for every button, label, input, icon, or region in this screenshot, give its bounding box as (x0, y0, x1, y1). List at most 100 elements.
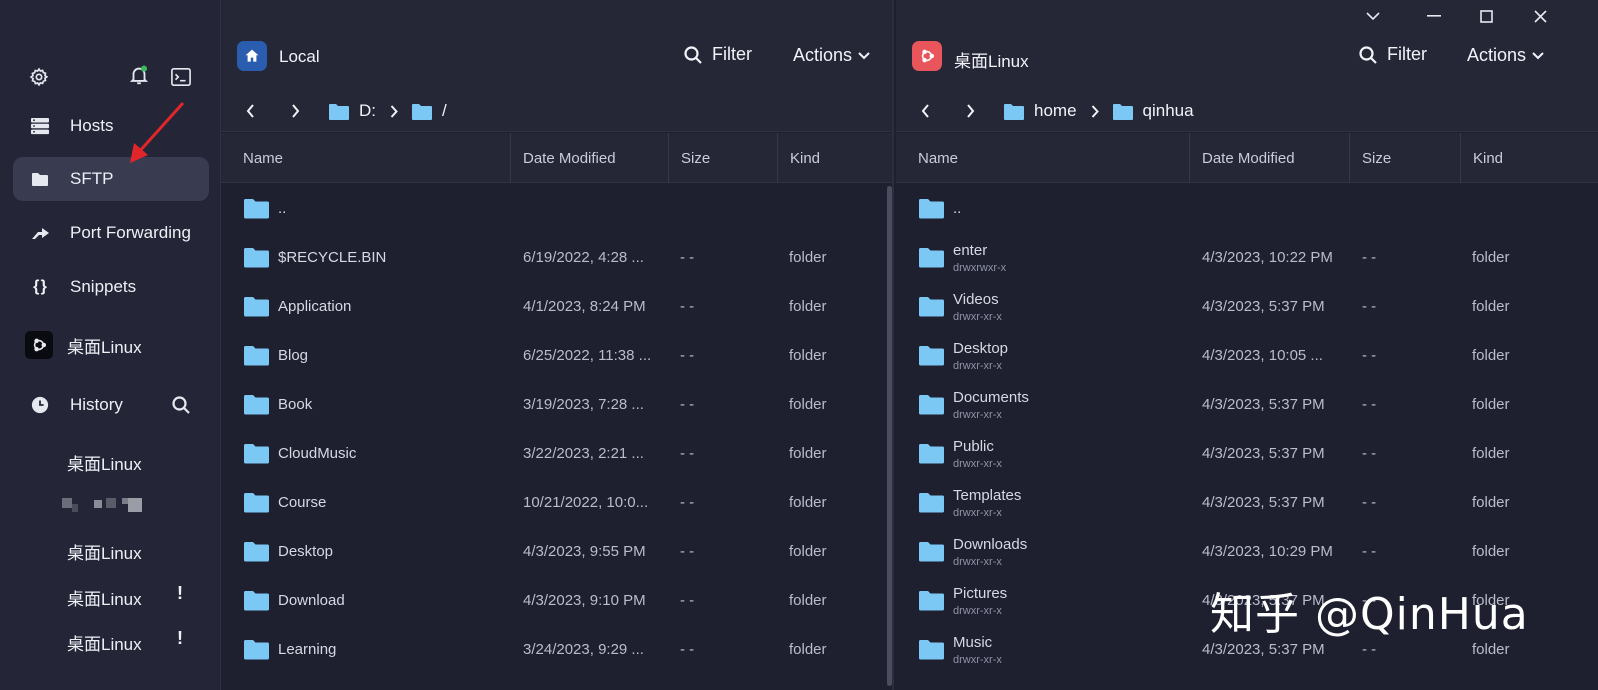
permissions: drwxr-xr-x (953, 653, 1002, 666)
breadcrumb-item[interactable]: home (1004, 101, 1077, 121)
scrollbar[interactable] (887, 186, 892, 686)
filter-button[interactable]: Filter (1358, 44, 1427, 65)
sidebar-item-port-forwarding[interactable]: Port Forwarding (13, 211, 209, 255)
size-cell: - - (680, 396, 695, 413)
folder-icon (244, 345, 269, 366)
name-block: Downloads drwxr-xr-x (953, 536, 1027, 568)
file-name: Learning (278, 641, 337, 658)
name-cell: Blog (244, 331, 308, 380)
file-name: Download (278, 592, 345, 609)
breadcrumb-label: D: (359, 101, 376, 120)
history-item[interactable]: 桌面Linux (67, 539, 142, 564)
table-row[interactable]: Desktop 4/3/2023, 9:55 PM - - folder (221, 527, 892, 576)
file-name: Downloads (953, 535, 1028, 553)
bell-icon[interactable] (128, 64, 150, 86)
close-icon[interactable] (1528, 4, 1552, 28)
table-row[interactable]: CloudMusic 3/22/2023, 2:21 ... - - folde… (221, 429, 892, 478)
permissions: drwxr-xr-x (953, 555, 1002, 568)
back-arrow-icon[interactable] (914, 100, 936, 122)
column-name[interactable]: Name (231, 133, 511, 183)
kind-cell: folder (789, 347, 827, 364)
name-block: Public drwxr-xr-x (953, 438, 1002, 470)
date-cell: 4/3/2023, 10:29 PM (1202, 543, 1333, 560)
breadcrumb-item[interactable]: / (412, 101, 447, 121)
table-row[interactable]: Course 10/21/2022, 10:0... - - folder (221, 478, 892, 527)
date-cell: 4/1/2023, 8:24 PM (523, 298, 646, 315)
annotation-arrow (130, 101, 185, 163)
parent-directory-row[interactable]: .. (221, 184, 892, 233)
name-cell: .. (244, 184, 286, 233)
file-name: Documents (953, 388, 1029, 406)
table-row[interactable]: Learning 3/24/2023, 9:29 ... - - folder (221, 625, 892, 674)
name-block: Pictures drwxr-xr-x (953, 585, 1007, 617)
table-row[interactable]: Templates drwxr-xr-x 4/3/2023, 5:37 PM -… (896, 478, 1598, 527)
sidebar-item-snippets[interactable]: { } Snippets (13, 265, 209, 309)
date-cell: 4/3/2023, 10:05 ... (1202, 347, 1323, 364)
column-size[interactable]: Size (669, 133, 778, 183)
date-cell: 4/3/2023, 5:37 PM (1202, 494, 1325, 511)
column-date-modified[interactable]: Date Modified (1190, 133, 1350, 183)
table-row[interactable]: Application 4/1/2023, 8:24 PM - - folder (221, 282, 892, 331)
table-row[interactable]: Desktop drwxr-xr-x 4/3/2023, 10:05 ... -… (896, 331, 1598, 380)
sidebar-item-label: 桌面Linux (67, 337, 142, 357)
chevron-right-icon (390, 104, 398, 118)
gear-icon[interactable] (28, 66, 50, 88)
history-item[interactable]: 桌面Linux (67, 450, 142, 475)
table-row[interactable]: enter drwxrwxr-x 4/3/2023, 10:22 PM - - … (896, 233, 1598, 282)
breadcrumb-item[interactable]: qinhua (1112, 101, 1194, 121)
sidebar-top-icons (28, 64, 200, 92)
folder-icon (919, 492, 944, 513)
size-cell: - - (680, 445, 695, 462)
folder-icon (919, 198, 944, 219)
column-date-modified[interactable]: Date Modified (511, 133, 669, 183)
sidebar: Hosts SFTP Port Forwarding { } Snippets … (0, 0, 221, 690)
minimize-icon[interactable] (1422, 4, 1446, 28)
blurred-history-item[interactable] (62, 494, 144, 516)
warning-indicator: ! (177, 583, 183, 603)
folder-icon (244, 247, 269, 268)
terminal-icon[interactable] (170, 66, 192, 88)
column-kind[interactable]: Kind (778, 133, 892, 183)
table-row[interactable]: Blog 6/25/2022, 11:38 ... - - folder (221, 331, 892, 380)
folder-icon (919, 247, 944, 268)
actions-button[interactable]: Actions (793, 45, 870, 66)
folder-icon (244, 590, 269, 611)
table-row[interactable]: Book 3/19/2023, 7:28 ... - - folder (221, 380, 892, 429)
folder-icon (244, 296, 269, 317)
history-item[interactable]: 桌面Linux (67, 630, 142, 655)
back-arrow-icon[interactable] (239, 100, 261, 122)
chevron-down-icon[interactable] (1361, 4, 1385, 28)
search-icon[interactable] (171, 395, 191, 420)
forward-arrow-icon[interactable] (284, 100, 306, 122)
table-row[interactable]: Download 4/3/2023, 9:10 PM - - folder (221, 576, 892, 625)
name-cell: $RECYCLE.BIN (244, 233, 386, 282)
home-icon (237, 41, 267, 71)
size-cell: - - (680, 494, 695, 511)
filter-button[interactable]: Filter (683, 44, 752, 65)
name-cell: enter drwxrwxr-x (919, 233, 1006, 282)
breadcrumb-item[interactable]: D: (329, 101, 376, 121)
kind-cell: folder (1472, 249, 1510, 266)
maximize-icon[interactable] (1474, 4, 1498, 28)
table-row[interactable]: $RECYCLE.BIN 6/19/2022, 4:28 ... - - fol… (221, 233, 892, 282)
sidebar-item-host-linux[interactable]: 桌面Linux (13, 323, 209, 367)
parent-directory-row[interactable]: .. (896, 184, 1598, 233)
forward-arrow-icon[interactable] (959, 100, 981, 122)
actions-button[interactable]: Actions (1467, 45, 1544, 66)
column-name[interactable]: Name (906, 133, 1190, 183)
table-row[interactable]: Videos drwxr-xr-x 4/3/2023, 5:37 PM - - … (896, 282, 1598, 331)
permissions: drwxr-xr-x (953, 310, 1002, 323)
table-row[interactable]: Downloads drwxr-xr-x 4/3/2023, 10:29 PM … (896, 527, 1598, 576)
watermark: 知乎 @QinHua (1210, 589, 1529, 640)
column-kind[interactable]: Kind (1461, 133, 1598, 183)
table-row[interactable]: Public drwxr-xr-x 4/3/2023, 5:37 PM - - … (896, 429, 1598, 478)
folder-icon (244, 492, 269, 513)
name-cell: .. (919, 184, 961, 233)
column-size[interactable]: Size (1350, 133, 1461, 183)
history-item[interactable]: 桌面Linux (67, 585, 142, 610)
actions-label: Actions (1467, 45, 1527, 65)
panel-title: Local (279, 47, 320, 66)
date-cell: 3/22/2023, 2:21 ... (523, 445, 644, 462)
name-cell: Videos drwxr-xr-x (919, 282, 1002, 331)
table-row[interactable]: Documents drwxr-xr-x 4/3/2023, 5:37 PM -… (896, 380, 1598, 429)
